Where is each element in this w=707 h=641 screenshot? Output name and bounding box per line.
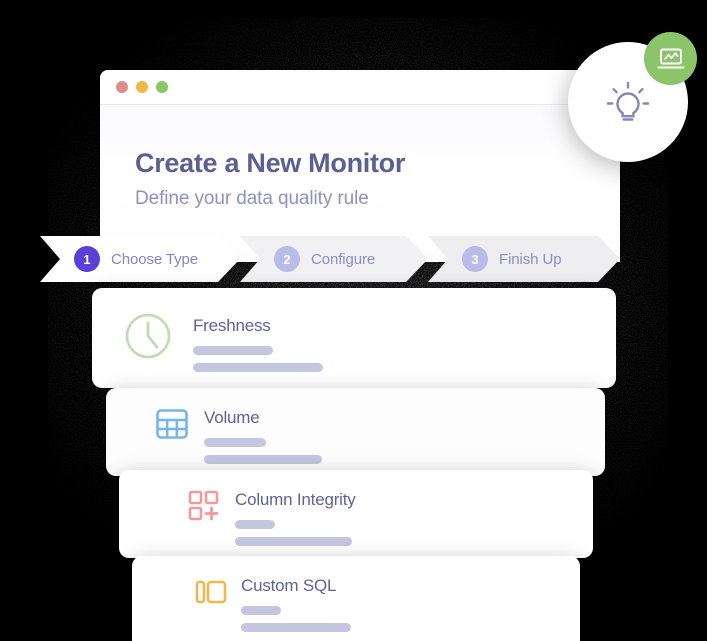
- chart-badge[interactable]: [644, 32, 697, 85]
- traffic-light-close-icon[interactable]: [116, 81, 128, 93]
- squares-plus-icon: [188, 490, 219, 521]
- clock-icon: [125, 313, 171, 359]
- page-subtitle: Define your data quality rule: [135, 187, 369, 209]
- step-3-finish-up[interactable]: 3 Finish Up: [428, 236, 620, 282]
- placeholder-bar-short: [235, 520, 275, 529]
- traffic-light-minimize-icon[interactable]: [136, 81, 148, 93]
- table-grid-icon: [156, 409, 188, 439]
- placeholder-bar-short: [204, 438, 266, 447]
- monitor-type-card-volume[interactable]: Volume: [106, 388, 605, 476]
- columns-layout-icon: [195, 580, 227, 604]
- placeholder-bar-short: [193, 346, 273, 355]
- step-2-number-badge: 2: [274, 246, 300, 272]
- step-1-label: Choose Type: [111, 250, 199, 268]
- step-1-number-badge: 1: [74, 246, 100, 272]
- step-3-number-badge: 3: [462, 246, 488, 272]
- card-title-column-integrity: Column Integrity: [235, 490, 356, 509]
- step-3-label: Finish Up: [499, 250, 562, 268]
- placeholder-bar-long: [204, 455, 322, 464]
- step-2-label: Configure: [311, 250, 376, 268]
- page-title: Create a New Monitor: [135, 148, 406, 178]
- lightbulb-icon: [606, 81, 650, 121]
- laptop-chart-icon: [657, 48, 684, 68]
- placeholder-bar-long: [193, 363, 323, 372]
- card-title-custom-sql: Custom SQL: [241, 576, 337, 595]
- traffic-light-maximize-icon[interactable]: [156, 81, 168, 93]
- browser-window: Create a New Monitor Define your data qu…: [100, 70, 620, 262]
- monitor-type-card-column-integrity[interactable]: Column Integrity: [119, 470, 593, 558]
- browser-titlebar: [100, 70, 620, 105]
- card-title-freshness: Freshness: [193, 316, 271, 335]
- stepper: 1 Choose Type 2 Configure 3 Finish Up: [40, 236, 620, 282]
- monitor-type-card-freshness[interactable]: Freshness: [92, 288, 616, 388]
- step-2-configure[interactable]: 2 Configure: [240, 236, 428, 282]
- card-title-volume: Volume: [204, 408, 260, 427]
- placeholder-bar-long: [235, 537, 352, 546]
- placeholder-bar-short: [241, 606, 281, 615]
- step-1-choose-type[interactable]: 1 Choose Type: [40, 236, 240, 282]
- monitor-type-card-custom-sql[interactable]: Custom SQL: [132, 556, 580, 641]
- placeholder-bar-long: [241, 623, 351, 632]
